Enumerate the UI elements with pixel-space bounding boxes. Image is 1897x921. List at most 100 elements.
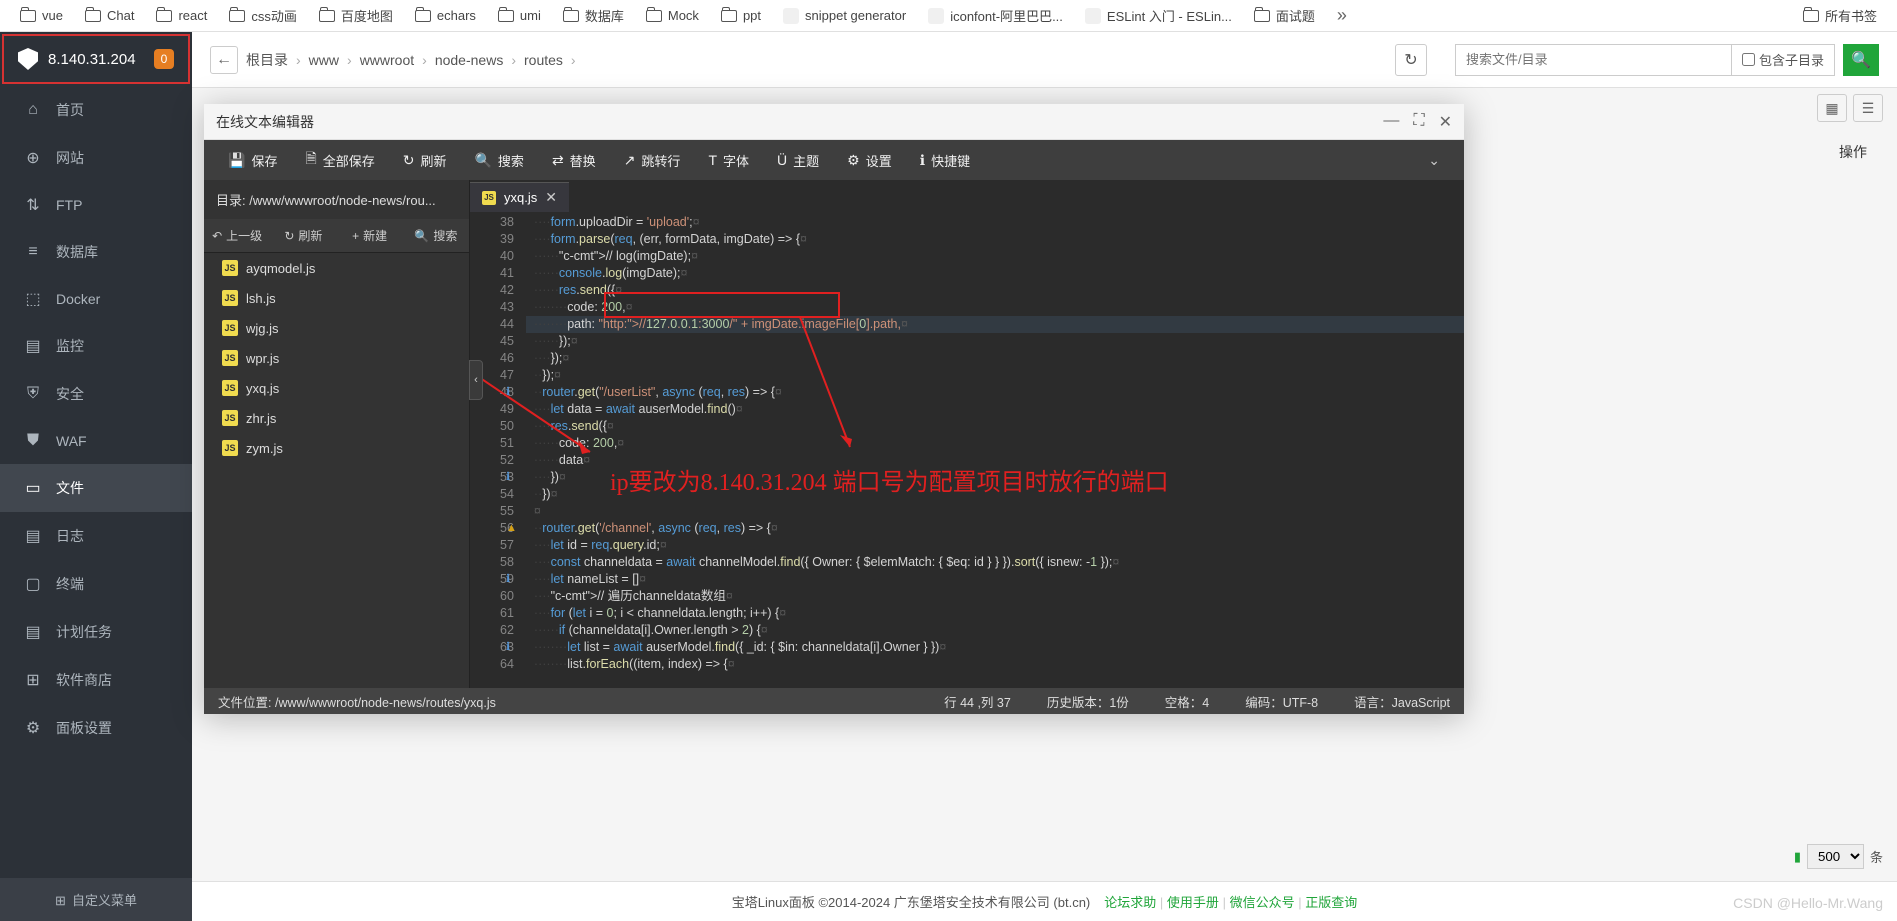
breadcrumb-item[interactable]: node-news	[435, 52, 504, 68]
encoding-setting[interactable]: 编码：UTF-8	[1245, 692, 1318, 711]
js-icon: JS	[222, 260, 238, 276]
bookmark-react[interactable]: react	[156, 8, 207, 23]
sidebar-item-软件商店[interactable]: ⊞软件商店	[0, 656, 192, 704]
toolbar-保存[interactable]: 💾保存	[214, 140, 291, 180]
breadcrumb-item[interactable]: routes	[524, 52, 563, 68]
sidebar: 8.140.31.204 0 ⌂首页⊕网站⇅FTP≡数据库⬚Docker▤监控⛨…	[0, 32, 192, 921]
js-icon: JS	[222, 380, 238, 396]
nav-icon: ▤	[24, 337, 42, 355]
server-ip: 8.140.31.204	[48, 51, 136, 68]
sidebar-item-日志[interactable]: ▤日志	[0, 512, 192, 560]
fp-action-上一级[interactable]: ↶上一级	[204, 219, 270, 252]
fp-action-新建[interactable]: +新建	[337, 219, 403, 252]
toolbar-搜索[interactable]: 🔍搜索	[460, 140, 537, 180]
folder-icon	[1254, 10, 1270, 22]
topbar: ← 根目录›www›wwwroot›node-news›routes› ↻ 包含…	[192, 32, 1897, 88]
close-button[interactable]: ✕	[1439, 112, 1452, 132]
toolbar-设置[interactable]: ⚙设置	[833, 140, 906, 180]
toolbar-icon: ↻	[403, 152, 415, 169]
page-size-select[interactable]: 500	[1807, 844, 1864, 869]
sidebar-item-FTP[interactable]: ⇅FTP	[0, 182, 192, 228]
indent-setting[interactable]: 空格：4	[1165, 692, 1209, 711]
watermark: CSDN @Hello-Mr.Wang	[1733, 895, 1883, 911]
sidebar-item-网站[interactable]: ⊕网站	[0, 134, 192, 182]
file-item[interactable]: JSwjg.js	[204, 313, 469, 343]
history-versions[interactable]: 历史版本：1份	[1047, 692, 1129, 711]
file-item[interactable]: JSayqmodel.js	[204, 253, 469, 283]
refresh-button[interactable]: ↻	[1395, 44, 1427, 76]
sidebar-item-安全[interactable]: ⛨安全	[0, 370, 192, 418]
breadcrumb-item[interactable]: www	[309, 52, 339, 68]
toolbar-刷新[interactable]: ↻刷新	[389, 140, 461, 180]
code-editor[interactable]: 38394041424344454647ℹ4849505152ℹ535455▲5…	[470, 212, 1464, 688]
sidebar-item-Docker[interactable]: ⬚Docker	[0, 276, 192, 322]
file-item[interactable]: JSzhr.js	[204, 403, 469, 433]
file-item[interactable]: JSyxq.js	[204, 373, 469, 403]
bookmark-extra[interactable]: ESLint 入门 - ESLin...	[1085, 6, 1232, 25]
panel-fold-button[interactable]: ‹	[469, 360, 483, 400]
bookmark-百度地图[interactable]: 百度地图	[319, 6, 393, 25]
bookmark-Chat[interactable]: Chat	[85, 8, 134, 23]
nav-icon: ⬚	[24, 290, 42, 308]
sidebar-item-WAF[interactable]: ⛊WAF	[0, 418, 192, 464]
bookmark-all[interactable]: 所有书签	[1803, 6, 1877, 25]
shield-icon	[18, 48, 38, 70]
nav-icon: ⊕	[24, 149, 42, 167]
main-content: ← 根目录›www›wwwroot›node-news›routes› ↻ 包含…	[192, 32, 1897, 921]
fp-action-刷新[interactable]: ↻刷新	[270, 219, 336, 252]
breadcrumb-item[interactable]: wwwroot	[360, 52, 414, 68]
sidebar-item-终端[interactable]: ▢终端	[0, 560, 192, 608]
folder-icon	[563, 10, 579, 22]
file-item[interactable]: JSwpr.js	[204, 343, 469, 373]
maximize-button[interactable]: ⛶	[1413, 112, 1424, 132]
search-button[interactable]: 🔍	[1843, 44, 1879, 76]
toolbar-替换[interactable]: ⇄替换	[538, 140, 610, 180]
bookmark-vue[interactable]: vue	[20, 8, 63, 23]
toolbar-快捷键[interactable]: ℹ快捷键	[906, 140, 984, 180]
footer-link[interactable]: 正版查询	[1305, 895, 1357, 910]
file-item[interactable]: JSzym.js	[204, 433, 469, 463]
search-input[interactable]	[1456, 52, 1731, 67]
footer-link[interactable]: 使用手册	[1167, 895, 1219, 910]
bookmark-extra[interactable]: iconfont-阿里巴巴...	[928, 6, 1063, 25]
language-setting[interactable]: 语言：JavaScript	[1354, 692, 1450, 711]
bookmark-css动画[interactable]: css动画	[229, 6, 297, 25]
sidebar-item-面板设置[interactable]: ⚙面板设置	[0, 704, 192, 752]
notification-badge[interactable]: 0	[154, 49, 174, 69]
bookmark-Mock[interactable]: Mock	[646, 8, 699, 23]
sidebar-custom-menu[interactable]: ⊞自定义菜单	[0, 878, 192, 921]
bookmark-umi[interactable]: umi	[498, 8, 541, 23]
sidebar-item-文件[interactable]: ▭文件	[0, 464, 192, 512]
folder-icon	[156, 10, 172, 22]
sidebar-item-监控[interactable]: ▤监控	[0, 322, 192, 370]
minimize-button[interactable]: —	[1383, 112, 1399, 132]
js-icon: JS	[222, 320, 238, 336]
bookmark-面试题[interactable]: 面试题	[1254, 6, 1315, 25]
tab-close-button[interactable]: ✕	[545, 189, 557, 206]
view-list-button[interactable]: ☰	[1853, 94, 1883, 122]
footer-link[interactable]: 论坛求助	[1104, 895, 1156, 910]
sidebar-item-首页[interactable]: ⌂首页	[0, 86, 192, 134]
back-button[interactable]: ←	[210, 46, 238, 74]
toolbar-跳转行[interactable]: ↗跳转行	[610, 140, 695, 180]
toolbar-more[interactable]: ⌄	[1414, 152, 1454, 169]
view-grid-button[interactable]: ▦	[1817, 94, 1847, 122]
js-icon: JS	[222, 440, 238, 456]
toolbar-主题[interactable]: Ü主题	[763, 140, 833, 180]
include-subdir-checkbox[interactable]: 包含子目录	[1731, 45, 1834, 75]
fp-action-搜索[interactable]: 🔍搜索	[403, 219, 469, 252]
sidebar-item-数据库[interactable]: ≡数据库	[0, 228, 192, 276]
bookmark-extra[interactable]: snippet generator	[783, 8, 906, 24]
sidebar-item-计划任务[interactable]: ▤计划任务	[0, 608, 192, 656]
bookmark-数据库[interactable]: 数据库	[563, 6, 624, 25]
bookmark-overflow[interactable]: »	[1337, 5, 1347, 26]
footer-link[interactable]: 微信公众号	[1230, 895, 1295, 910]
bookmark-ppt[interactable]: ppt	[721, 8, 761, 23]
toolbar-字体[interactable]: T字体	[694, 140, 763, 180]
bookmark-echars[interactable]: echars	[415, 8, 476, 23]
editor-tab-yxq[interactable]: JS yxq.js ✕	[470, 182, 569, 212]
toolbar-全部保存[interactable]: 🗎全部保存	[291, 140, 388, 180]
file-item[interactable]: JSlsh.js	[204, 283, 469, 313]
breadcrumb-item[interactable]: 根目录	[246, 50, 288, 70]
toolbar-icon: ℹ	[920, 152, 925, 169]
